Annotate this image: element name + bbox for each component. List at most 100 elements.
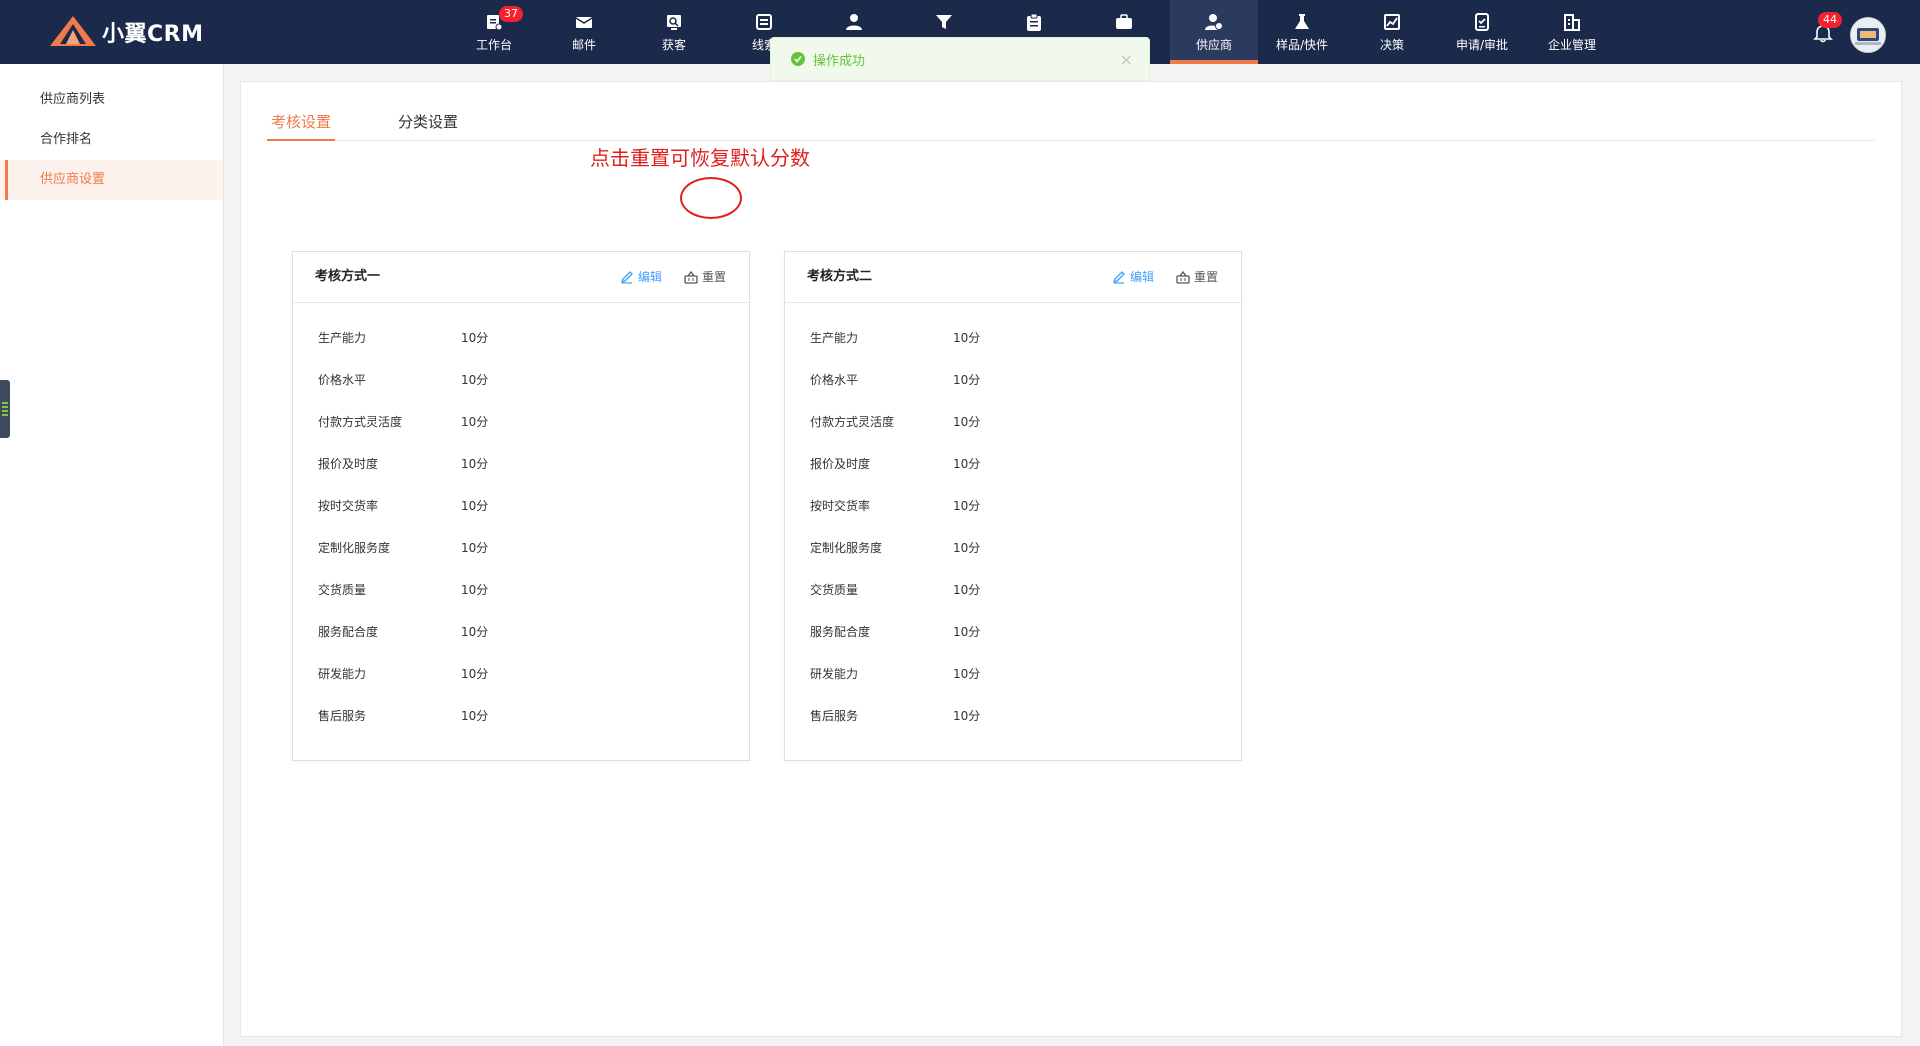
notification-badge: 44 [1818, 12, 1842, 28]
criterion-score: 10分 [953, 540, 981, 555]
score-row: 研发能力 10分 [785, 652, 1241, 694]
criterion-score: 10分 [461, 414, 489, 429]
sidebar-drag-handle[interactable] [0, 380, 10, 438]
edit-label: 编辑 [1130, 270, 1155, 284]
logo-icon [50, 16, 96, 46]
criterion-name: 服务配合度 [810, 624, 871, 639]
building-icon [1562, 12, 1582, 32]
reset-label: 重置 [702, 270, 727, 284]
score-row: 定制化服务度 10分 [785, 526, 1241, 568]
app-logo[interactable]: 小翼CRM [48, 12, 203, 52]
reset-basket-icon [684, 270, 698, 284]
criterion-score: 10分 [461, 498, 489, 513]
reset-basket-icon [1176, 270, 1190, 284]
reset-button[interactable]: 重置 [1176, 252, 1218, 302]
edit-label: 编辑 [638, 270, 663, 284]
score-row: 服务配合度 10分 [293, 610, 749, 652]
notification-bell-icon[interactable]: 44 [1812, 12, 1842, 44]
user-avatar[interactable] [1850, 17, 1886, 53]
criterion-score: 10分 [461, 582, 489, 597]
edit-button[interactable]: 编辑 [1112, 252, 1154, 302]
score-row: 按时交货率 10分 [785, 484, 1241, 526]
nav-item-mail[interactable]: 邮件 [541, 0, 627, 64]
criterion-score: 10分 [953, 498, 981, 513]
nav-item-approval[interactable]: 申请/审批 [1439, 0, 1525, 64]
criterion-score: 10分 [953, 708, 981, 723]
toast-close-icon[interactable]: × [1120, 50, 1133, 69]
nav-item-sample[interactable]: 样品/快件 [1259, 0, 1345, 64]
customer-icon [844, 12, 864, 32]
score-row: 按时交货率 10分 [293, 484, 749, 526]
nav-label: 获客 [661, 38, 686, 52]
nav-item-decision[interactable]: 决策 [1349, 0, 1435, 64]
score-row: 生产能力 10分 [293, 316, 749, 358]
criterion-name: 报价及时度 [810, 456, 871, 471]
reset-label: 重置 [1194, 270, 1219, 284]
nav-item-enterprise[interactable]: 企业管理 [1529, 0, 1615, 64]
criterion-name: 服务配合度 [318, 624, 379, 639]
nav-item-supplier[interactable]: 供应商 [1170, 0, 1258, 64]
nav-item-acquire[interactable]: 获客 [631, 0, 717, 64]
criterion-score: 10分 [461, 456, 489, 471]
assessment-card-2: 考核方式二 编辑 重置 生产能力 10分 价格水平 10分 付款方式灵活度 10分 报… [784, 251, 1242, 761]
criterion-score: 10分 [953, 666, 981, 681]
criterion-score: 10分 [953, 372, 981, 387]
card-header: 考核方式一 编辑 重置 [293, 252, 749, 303]
criterion-score: 10分 [953, 456, 981, 471]
criterion-name: 价格水平 [318, 372, 367, 387]
criterion-name: 报价及时度 [318, 456, 379, 471]
criterion-name: 研发能力 [318, 666, 367, 681]
sidebar-item-cooperation-ranking[interactable]: 合作排名 [0, 120, 223, 160]
edit-icon [1112, 271, 1125, 284]
score-row: 付款方式灵活度 10分 [293, 400, 749, 442]
reset-button[interactable]: 重置 [684, 252, 726, 302]
score-row: 售后服务 10分 [293, 694, 749, 736]
sidebar: 供应商列表 合作排名 供应商设置 [0, 64, 224, 1046]
tab-assessment-settings[interactable]: 考核设置 [266, 104, 336, 141]
nav-item-workbench[interactable]: 37 工作台 [451, 0, 537, 64]
success-toast: 操作成功 × [770, 37, 1150, 81]
score-row: 研发能力 10分 [293, 652, 749, 694]
leads-icon [754, 12, 774, 32]
clipboard-icon [1024, 12, 1044, 32]
nav-label: 决策 [1379, 38, 1404, 52]
criterion-name: 生产能力 [810, 330, 859, 345]
chart-icon [1382, 12, 1402, 32]
tab-category-settings[interactable]: 分类设置 [398, 104, 458, 140]
criterion-name: 付款方式灵活度 [318, 414, 403, 429]
card-title: 考核方式二 [807, 269, 873, 284]
app-logo-text: 小翼CRM [102, 22, 204, 47]
briefcase-icon [1114, 12, 1134, 32]
score-row: 生产能力 10分 [785, 316, 1241, 358]
criterion-score: 10分 [461, 330, 489, 345]
workbench-badge: 37 [499, 6, 523, 22]
score-row: 服务配合度 10分 [785, 610, 1241, 652]
score-row: 价格水平 10分 [785, 358, 1241, 400]
sidebar-item-supplier-list[interactable]: 供应商列表 [0, 80, 223, 120]
nav-label: 样品/快件 [1275, 38, 1329, 52]
funnel-icon [934, 12, 954, 32]
criterion-name: 价格水平 [810, 372, 859, 387]
score-list: 生产能力 10分 价格水平 10分 付款方式灵活度 10分 报价及时度 10分 按时交货… [785, 303, 1241, 736]
score-list: 生产能力 10分 价格水平 10分 付款方式灵活度 10分 报价及时度 10分 按时交货… [293, 303, 749, 736]
card-title: 考核方式一 [315, 269, 381, 284]
criterion-name: 售后服务 [810, 708, 859, 723]
nav-label: 邮件 [571, 38, 596, 52]
criterion-score: 10分 [461, 540, 489, 555]
criterion-name: 售后服务 [318, 708, 367, 723]
criterion-name: 研发能力 [810, 666, 859, 681]
success-check-icon [791, 52, 805, 66]
sidebar-item-supplier-settings[interactable]: 供应商设置 [0, 160, 223, 200]
edit-button[interactable]: 编辑 [620, 252, 662, 302]
criterion-score: 10分 [461, 708, 489, 723]
criterion-name: 按时交货率 [810, 498, 871, 513]
criterion-score: 10分 [461, 624, 489, 639]
score-row: 定制化服务度 10分 [293, 526, 749, 568]
score-row: 交货质量 10分 [785, 568, 1241, 610]
criterion-score: 10分 [461, 666, 489, 681]
nav-label: 供应商 [1195, 38, 1232, 52]
nav-label: 工作台 [475, 38, 512, 52]
score-row: 报价及时度 10分 [785, 442, 1241, 484]
acquire-icon [664, 12, 684, 32]
settings-tabs: 考核设置 分类设置 [263, 104, 1875, 141]
